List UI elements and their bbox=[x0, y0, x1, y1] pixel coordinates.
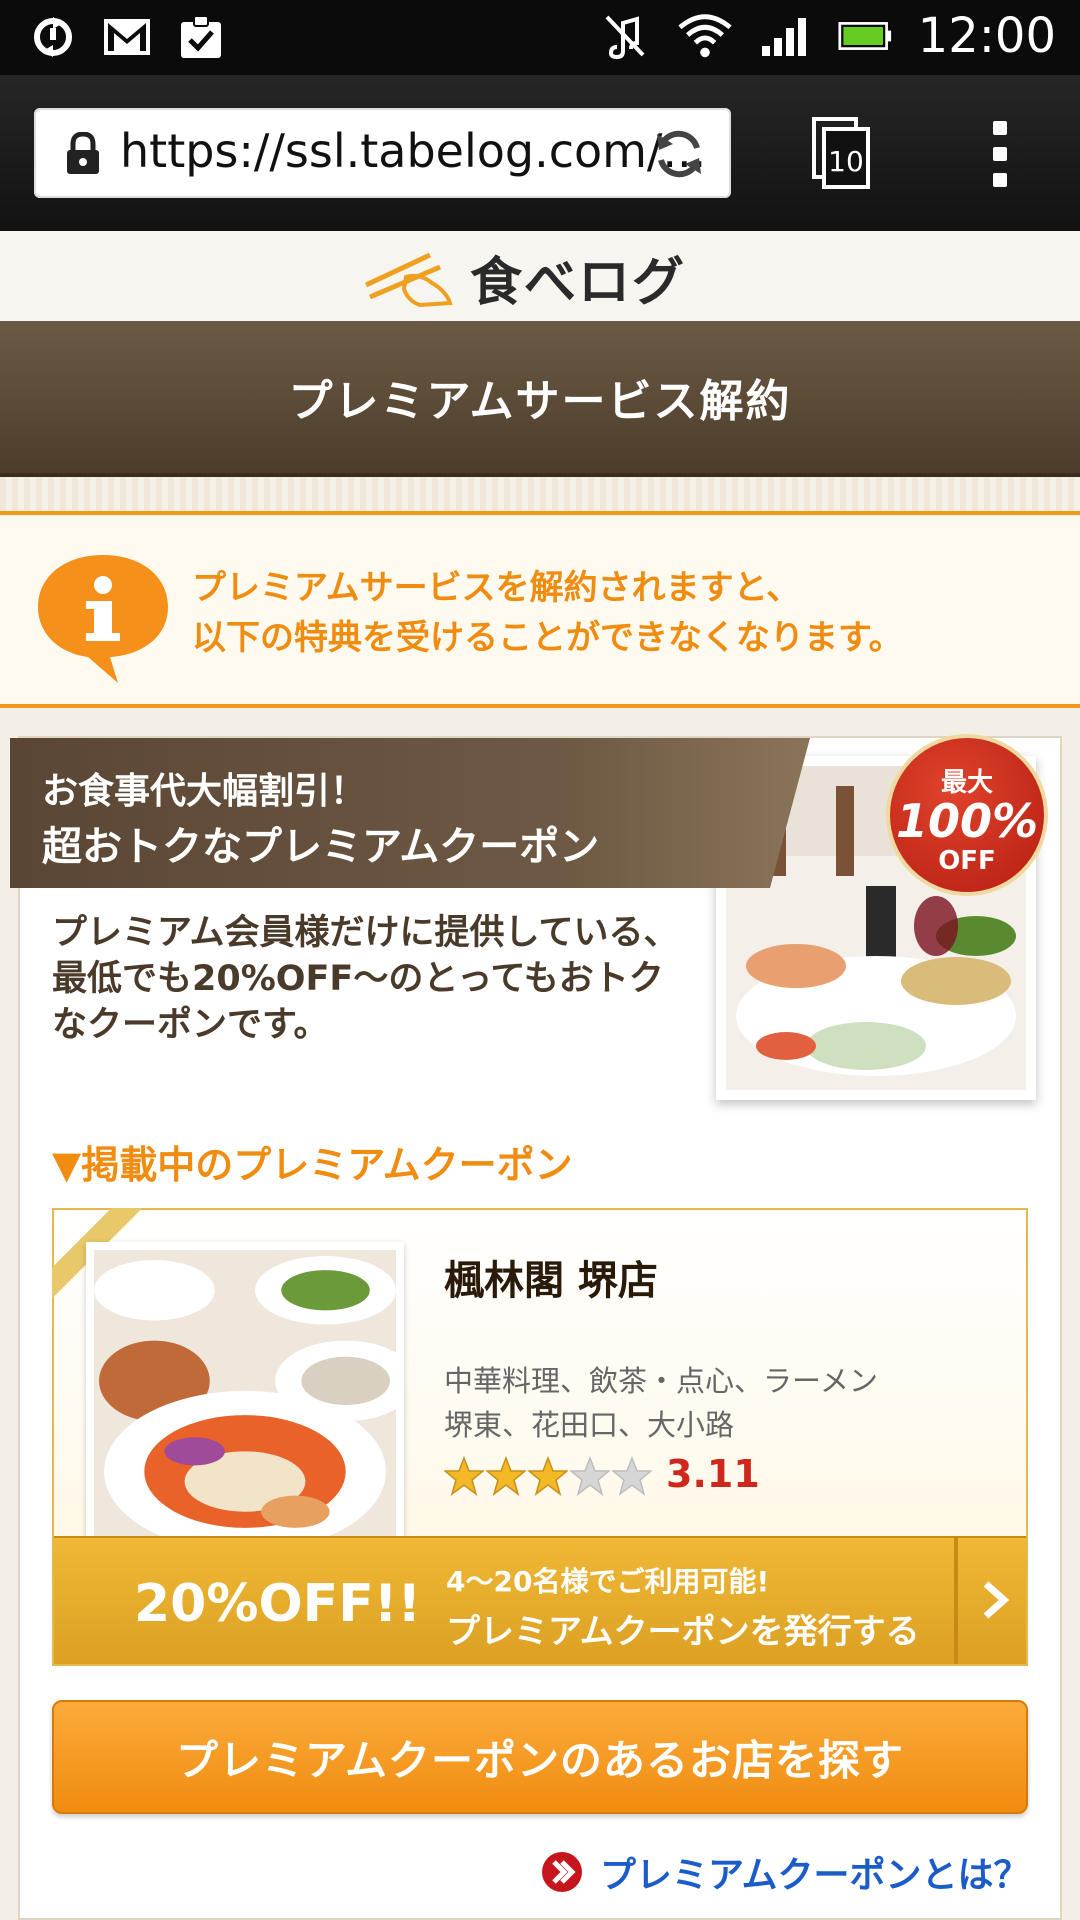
arrow-circle-icon bbox=[542, 1852, 582, 1892]
coupon-help-link-label[interactable]: プレミアムクーポンとは？ bbox=[600, 1846, 1029, 1898]
badge-value: 100% bbox=[895, 794, 1039, 848]
status-bar: 12:00 bbox=[0, 0, 1080, 75]
browser-toolbar: https://ssl.tabelog.com/... 10 bbox=[0, 75, 1080, 231]
tabs-button[interactable]: 10 bbox=[808, 115, 874, 191]
overflow-menu-button[interactable] bbox=[980, 121, 1020, 187]
notice-box: プレミアムサービスを解約されますと、 以下の特典を受けることができなくなります。 bbox=[0, 511, 1080, 708]
page-title: プレミアムサービス解約 bbox=[288, 376, 792, 427]
rating-score: 3.11 bbox=[666, 1452, 760, 1496]
chevron-right-icon bbox=[983, 1581, 1010, 1619]
notice-line-1: プレミアムサービスを解約されますと、 bbox=[192, 568, 801, 608]
task-check-icon bbox=[174, 10, 228, 64]
refresh-icon[interactable] bbox=[651, 126, 707, 182]
promo-ribbon-line-1: お食事代大幅割引！ bbox=[42, 771, 367, 812]
logo-text: 食べログ bbox=[470, 252, 687, 313]
tab-count: 10 bbox=[828, 145, 864, 178]
discount-badge: 最大 100% OFF bbox=[886, 734, 1048, 896]
star-empty-icon bbox=[612, 1456, 652, 1496]
shop-photo[interactable] bbox=[86, 1242, 417, 1560]
shop-area: 堺東、花田口、大小路 bbox=[444, 1408, 735, 1442]
info-icon bbox=[38, 555, 168, 683]
star-filled-icon bbox=[486, 1456, 526, 1496]
page-title-bar: プレミアムサービス解約 bbox=[0, 321, 1080, 477]
promo-description: プレミアム会員様だけに提供している、最低でも20%OFF～のとってもおトクなクー… bbox=[52, 913, 679, 1045]
clock: 12:00 bbox=[917, 8, 1056, 64]
shop-category: 中華料理、飲茶・点心、ラーメン bbox=[444, 1364, 878, 1398]
search-coupon-shops-button[interactable]: プレミアムクーポンのあるお店を探す bbox=[52, 1700, 1028, 1814]
gmail-icon bbox=[100, 10, 154, 64]
issue-coupon-button[interactable]: 20%OFF!! 4～20名様でご利用可能! プレミアムクーポンを発行する bbox=[54, 1536, 1026, 1664]
mute-icon bbox=[598, 9, 652, 63]
badge-bottom: OFF bbox=[938, 846, 996, 876]
shop-name[interactable]: 楓林閣 堺店 bbox=[444, 1248, 658, 1306]
star-filled-icon bbox=[528, 1456, 568, 1496]
chopsticks-icon bbox=[364, 252, 453, 308]
rating-stars bbox=[444, 1456, 652, 1496]
divider bbox=[0, 477, 1080, 511]
listing-heading: ▼掲載中のプレミアムクーポン bbox=[52, 1143, 573, 1187]
wifi-icon bbox=[678, 9, 732, 63]
notice-line-2: 以下の特典を受けることができなくなります。 bbox=[192, 618, 903, 658]
lock-icon bbox=[67, 132, 99, 174]
star-filled-icon bbox=[444, 1456, 484, 1496]
tabs-icon: 10 bbox=[812, 117, 870, 189]
signal-icon bbox=[758, 9, 812, 63]
issue-coupon-label: プレミアムクーポンを発行する bbox=[446, 1612, 920, 1652]
star-empty-icon bbox=[570, 1456, 610, 1496]
url-text[interactable]: https://ssl.tabelog.com/... bbox=[120, 124, 706, 178]
site-header: 食べログ bbox=[0, 231, 1080, 321]
battery-icon bbox=[838, 9, 892, 63]
sync-icon bbox=[26, 10, 80, 64]
promo-ribbon-line-2: 超おトクなプレミアムクーポン bbox=[42, 824, 600, 870]
discount-label: 20%OFF!! bbox=[134, 1574, 422, 1634]
promo-ribbon: お食事代大幅割引！ 超おトクなプレミアムクーポン bbox=[10, 738, 810, 888]
url-field[interactable]: https://ssl.tabelog.com/... bbox=[34, 108, 731, 198]
tabelog-logo[interactable]: 食べログ bbox=[360, 243, 720, 313]
party-size-note: 4～20名様でご利用可能! bbox=[446, 1565, 770, 1598]
coupon-help-link[interactable]: プレミアムクーポンとは？ bbox=[540, 1846, 1029, 1898]
